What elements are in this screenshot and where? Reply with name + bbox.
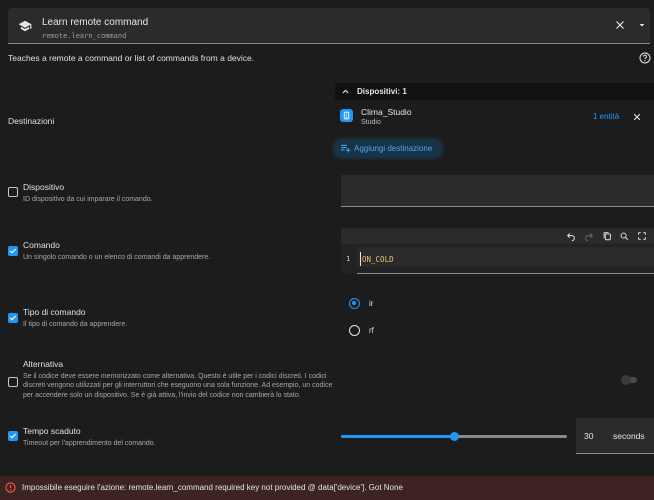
radio-ir[interactable] bbox=[349, 298, 360, 309]
command-type-field-description: Il tipo di comando da apprendere. bbox=[23, 321, 128, 328]
check-icon bbox=[9, 315, 17, 321]
device-field-description: ID dispositivo da cui imparare il comand… bbox=[23, 196, 153, 203]
command-type-field-title: Tipo di comando bbox=[23, 307, 86, 317]
timeout-value[interactable]: 30 bbox=[584, 431, 593, 441]
device-checkbox[interactable] bbox=[8, 187, 18, 197]
service-title: Learn remote command bbox=[42, 17, 149, 28]
alert-circle-icon bbox=[5, 482, 16, 493]
line-number: 1 bbox=[346, 255, 351, 263]
command-field-title: Comando bbox=[23, 240, 60, 250]
device-area: Studio bbox=[361, 119, 381, 126]
command-code[interactable]: ON_COLD bbox=[362, 255, 394, 264]
clear-icon[interactable] bbox=[614, 19, 626, 31]
fullscreen-icon[interactable] bbox=[637, 231, 647, 241]
error-message: Impossibile eseguire l'azione: remote.le… bbox=[22, 483, 403, 492]
slider-fill bbox=[341, 435, 454, 438]
timeout-field-description: Timeout per l'apprendimento del comando. bbox=[23, 440, 156, 447]
alternative-toggle[interactable] bbox=[621, 375, 637, 385]
active-line bbox=[357, 247, 654, 267]
command-checkbox[interactable] bbox=[8, 246, 18, 256]
command-code-editor[interactable]: 1 ON_COLD bbox=[341, 228, 654, 274]
alternative-checkbox[interactable] bbox=[8, 377, 18, 387]
command-type-checkbox[interactable] bbox=[8, 313, 18, 323]
alternative-field-description: Se il codice deve essere memorizzato com… bbox=[23, 373, 333, 399]
device-icon bbox=[340, 109, 353, 122]
check-icon bbox=[9, 248, 17, 254]
command-field-description: Un singolo comando o un elenco di comand… bbox=[23, 254, 211, 261]
redo-icon[interactable] bbox=[584, 231, 594, 241]
alternative-field-title: Alternativa bbox=[23, 359, 64, 369]
find-replace-icon[interactable] bbox=[619, 231, 629, 241]
check-icon bbox=[9, 433, 17, 439]
chevron-up-icon bbox=[342, 89, 349, 94]
service-id: remote.learn_command bbox=[42, 32, 127, 40]
undo-icon[interactable] bbox=[566, 231, 576, 241]
radio-rf[interactable] bbox=[349, 325, 360, 336]
device-name: Clima_Studio bbox=[361, 107, 412, 117]
timeout-input[interactable]: 30 seconds bbox=[576, 418, 654, 454]
entity-count-link[interactable]: 1 entità bbox=[593, 112, 619, 121]
add-target-button[interactable]: Aggiungi destinazione bbox=[334, 140, 442, 157]
dropdown-arrow-icon[interactable] bbox=[636, 19, 648, 31]
text-cursor bbox=[360, 252, 361, 266]
timeout-field-title: Tempo scaduto bbox=[23, 426, 81, 436]
toggle-thumb bbox=[621, 375, 631, 385]
help-icon[interactable] bbox=[639, 52, 651, 64]
timeout-unit: seconds bbox=[613, 431, 645, 441]
target-label: Destinazioni bbox=[8, 116, 55, 126]
target-devices-header[interactable]: Dispositivi: 1 bbox=[335, 83, 654, 100]
target-device-item[interactable]: Clima_Studio Studio 1 entità bbox=[335, 100, 654, 132]
graduation-cap-icon bbox=[18, 20, 32, 32]
error-alert: Impossibile eseguire l'azione: remote.le… bbox=[0, 476, 654, 500]
service-selector[interactable]: Learn remote command remote.learn_comman… bbox=[8, 8, 650, 44]
slider-thumb[interactable] bbox=[450, 432, 459, 441]
target-header-label: Dispositivi: 1 bbox=[357, 87, 407, 96]
device-picker[interactable] bbox=[341, 175, 654, 207]
device-field-title: Dispositivo bbox=[23, 182, 65, 192]
remove-target-icon[interactable] bbox=[632, 112, 642, 122]
service-description: Teaches a remote a command or list of co… bbox=[8, 53, 255, 63]
radio-ir-label: ir bbox=[369, 299, 374, 308]
add-target-label: Aggiungi destinazione bbox=[354, 144, 433, 153]
radio-rf-label: rf bbox=[369, 326, 374, 335]
copy-icon[interactable] bbox=[602, 231, 612, 241]
timeout-slider[interactable] bbox=[341, 431, 567, 443]
timeout-checkbox[interactable] bbox=[8, 431, 18, 441]
playlist-add-icon bbox=[341, 144, 351, 153]
